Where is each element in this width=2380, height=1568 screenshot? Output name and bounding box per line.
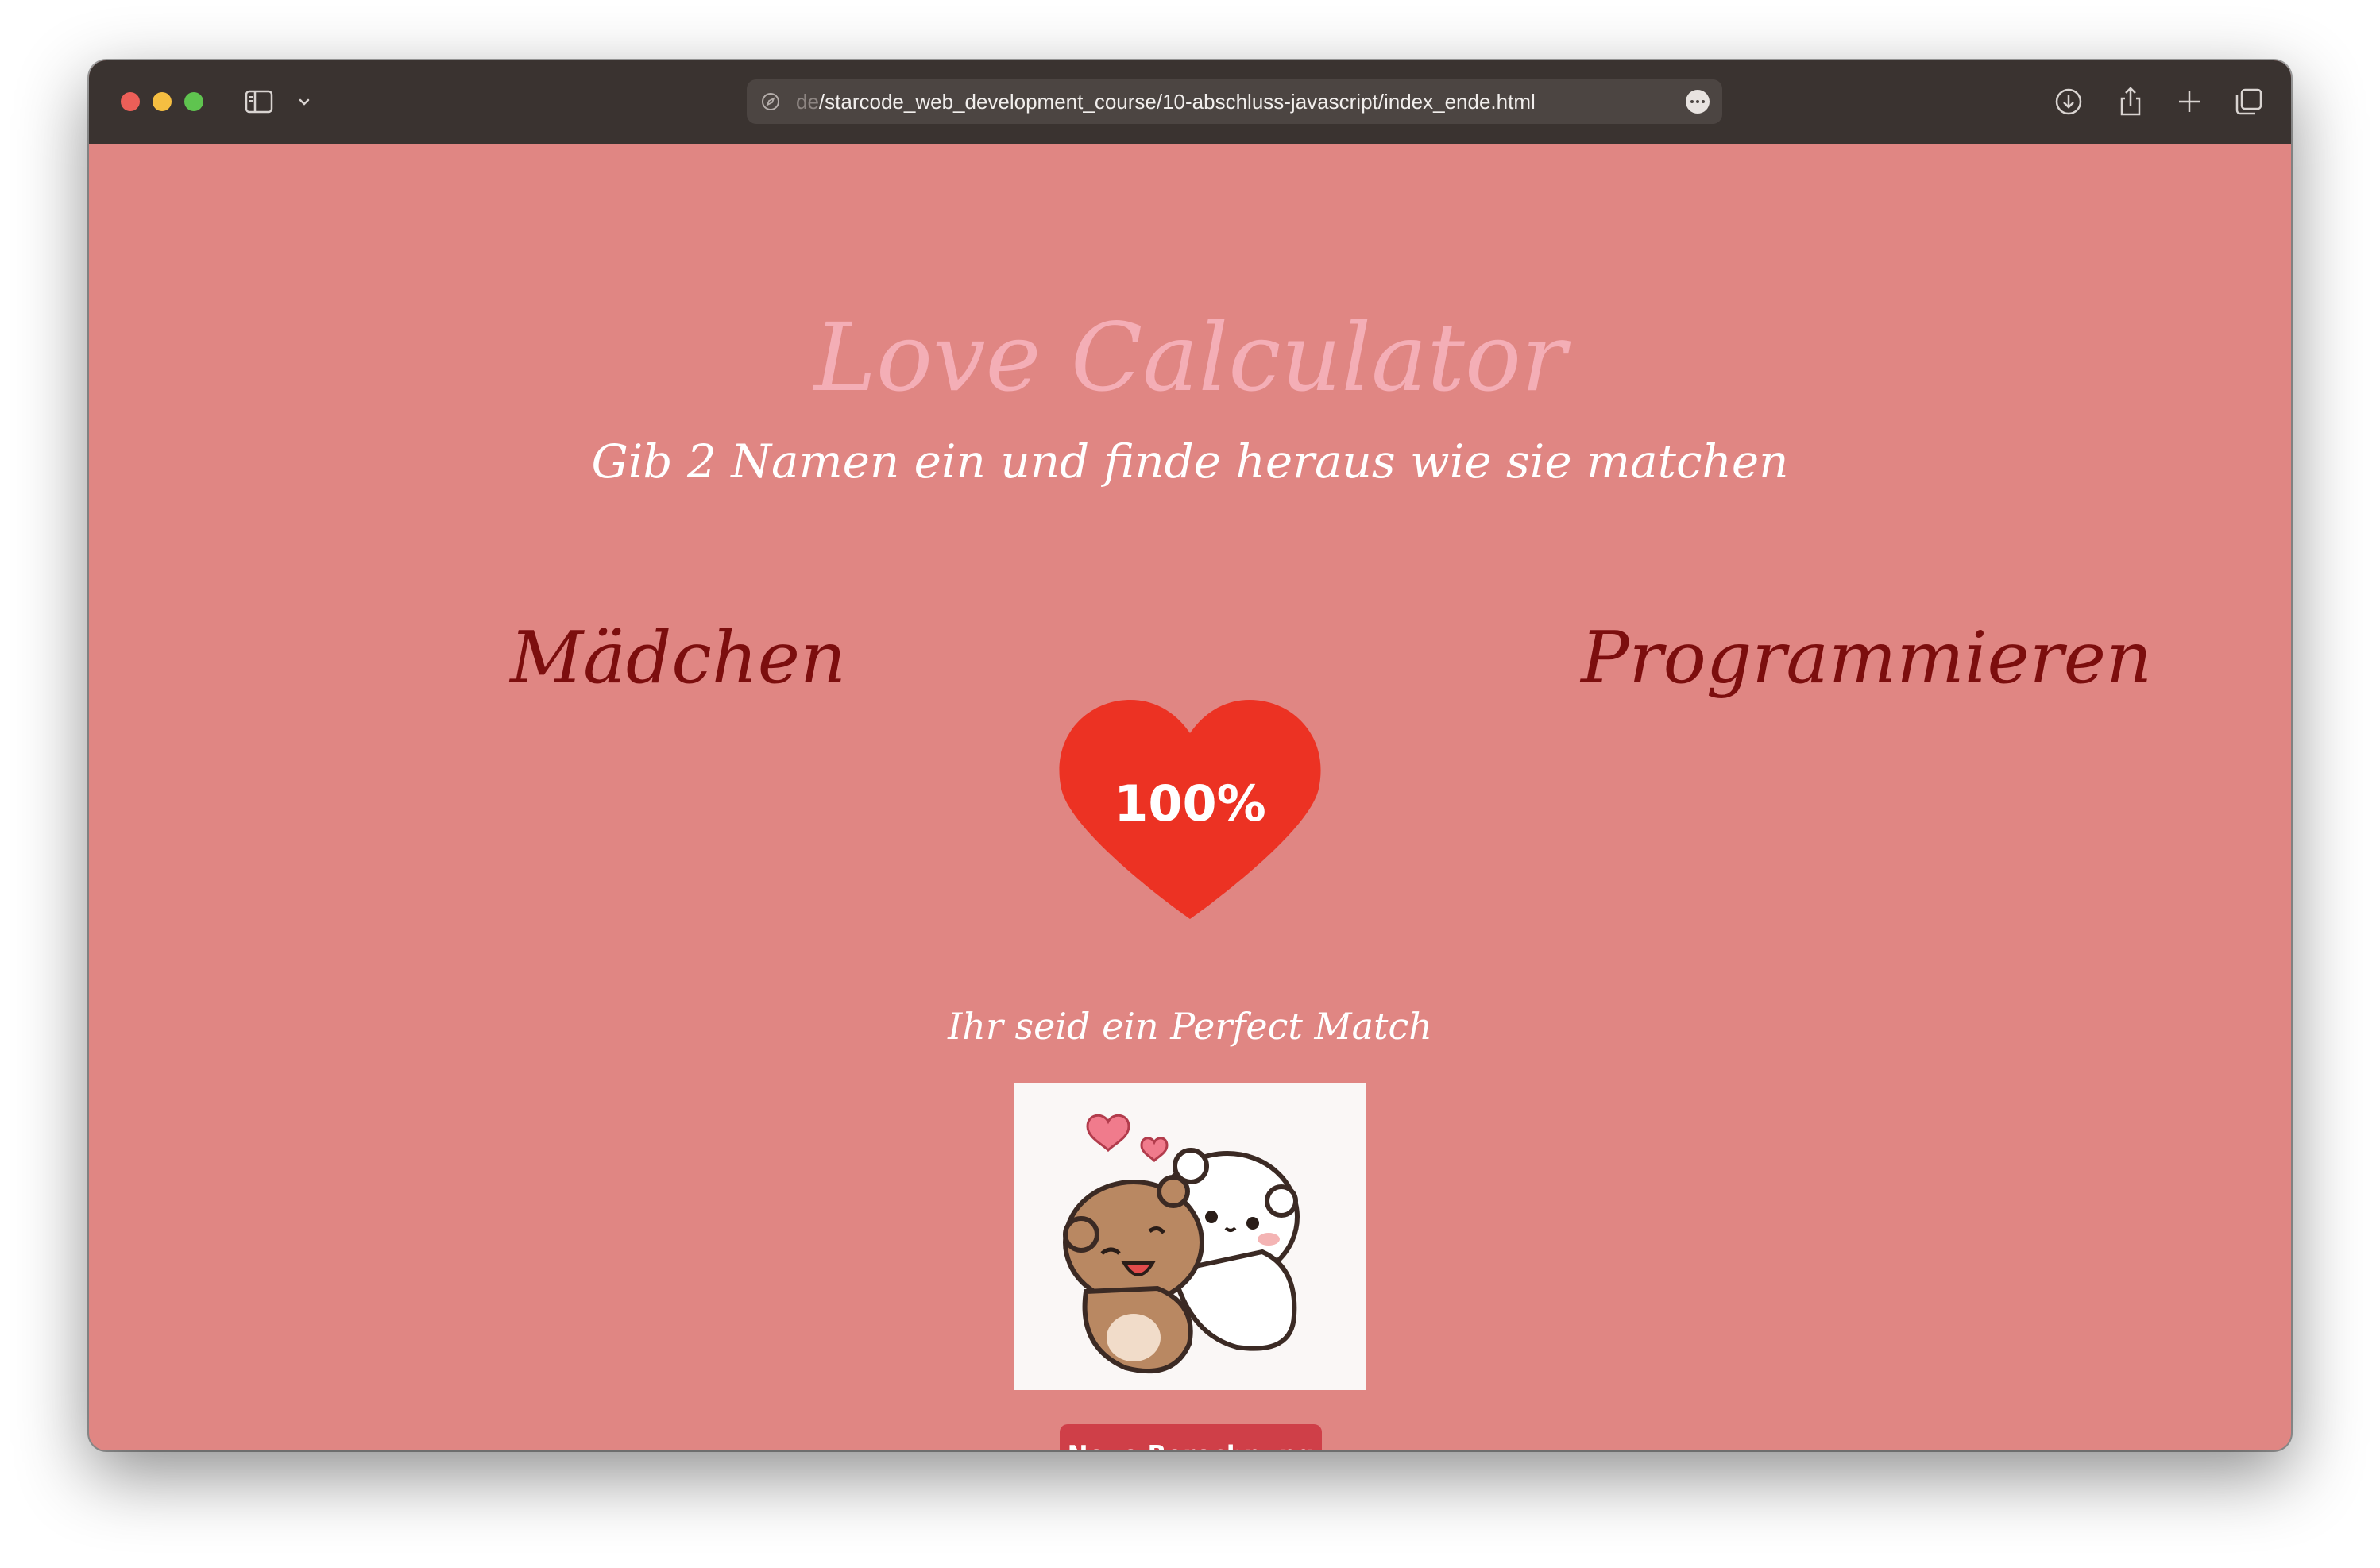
page-title: Love Calculator (813, 303, 1567, 412)
chevron-down-icon[interactable] (297, 95, 311, 110)
more-icon[interactable] (1686, 90, 1710, 114)
share-icon[interactable] (2113, 84, 2148, 119)
second-name: Programmieren (1581, 616, 2153, 700)
first-name: Mädchen (510, 616, 847, 700)
plus-icon[interactable] (2172, 84, 2207, 119)
new-calculation-button[interactable]: Neue Berechnung (1060, 1424, 1322, 1450)
sidebar-icon[interactable] (245, 89, 273, 114)
browser-toolbar: de/starcode_web_development_course/10-ab… (89, 60, 2291, 144)
score-heart: 100% (1055, 693, 1325, 925)
page-subtitle: Gib 2 Namen ein und finde heraus wie sie… (591, 434, 1789, 489)
close-window-button[interactable] (121, 92, 140, 111)
url-path: /starcode_web_development_course/10-absc… (818, 90, 1536, 114)
maximize-window-button[interactable] (184, 92, 203, 111)
score-value: 100% (1114, 774, 1266, 832)
minimize-window-button[interactable] (153, 92, 172, 111)
bears-hug-image (1014, 1083, 1366, 1390)
tabs-overview-icon[interactable] (2231, 84, 2266, 119)
address-bar[interactable]: de/starcode_web_development_course/10-ab… (747, 79, 1722, 124)
url-text: de/starcode_web_development_course/10-ab… (796, 79, 1536, 124)
browser-window: de/starcode_web_development_course/10-ab… (89, 60, 2291, 1450)
result-message: Ihr seid ein Perfect Match (948, 1005, 1432, 1048)
compass-icon (762, 93, 779, 110)
love-calculator-page: Love Calculator Gib 2 Namen ein und find… (89, 144, 2291, 1450)
url-prefix: de (796, 90, 819, 114)
download-icon[interactable] (2051, 84, 2086, 119)
